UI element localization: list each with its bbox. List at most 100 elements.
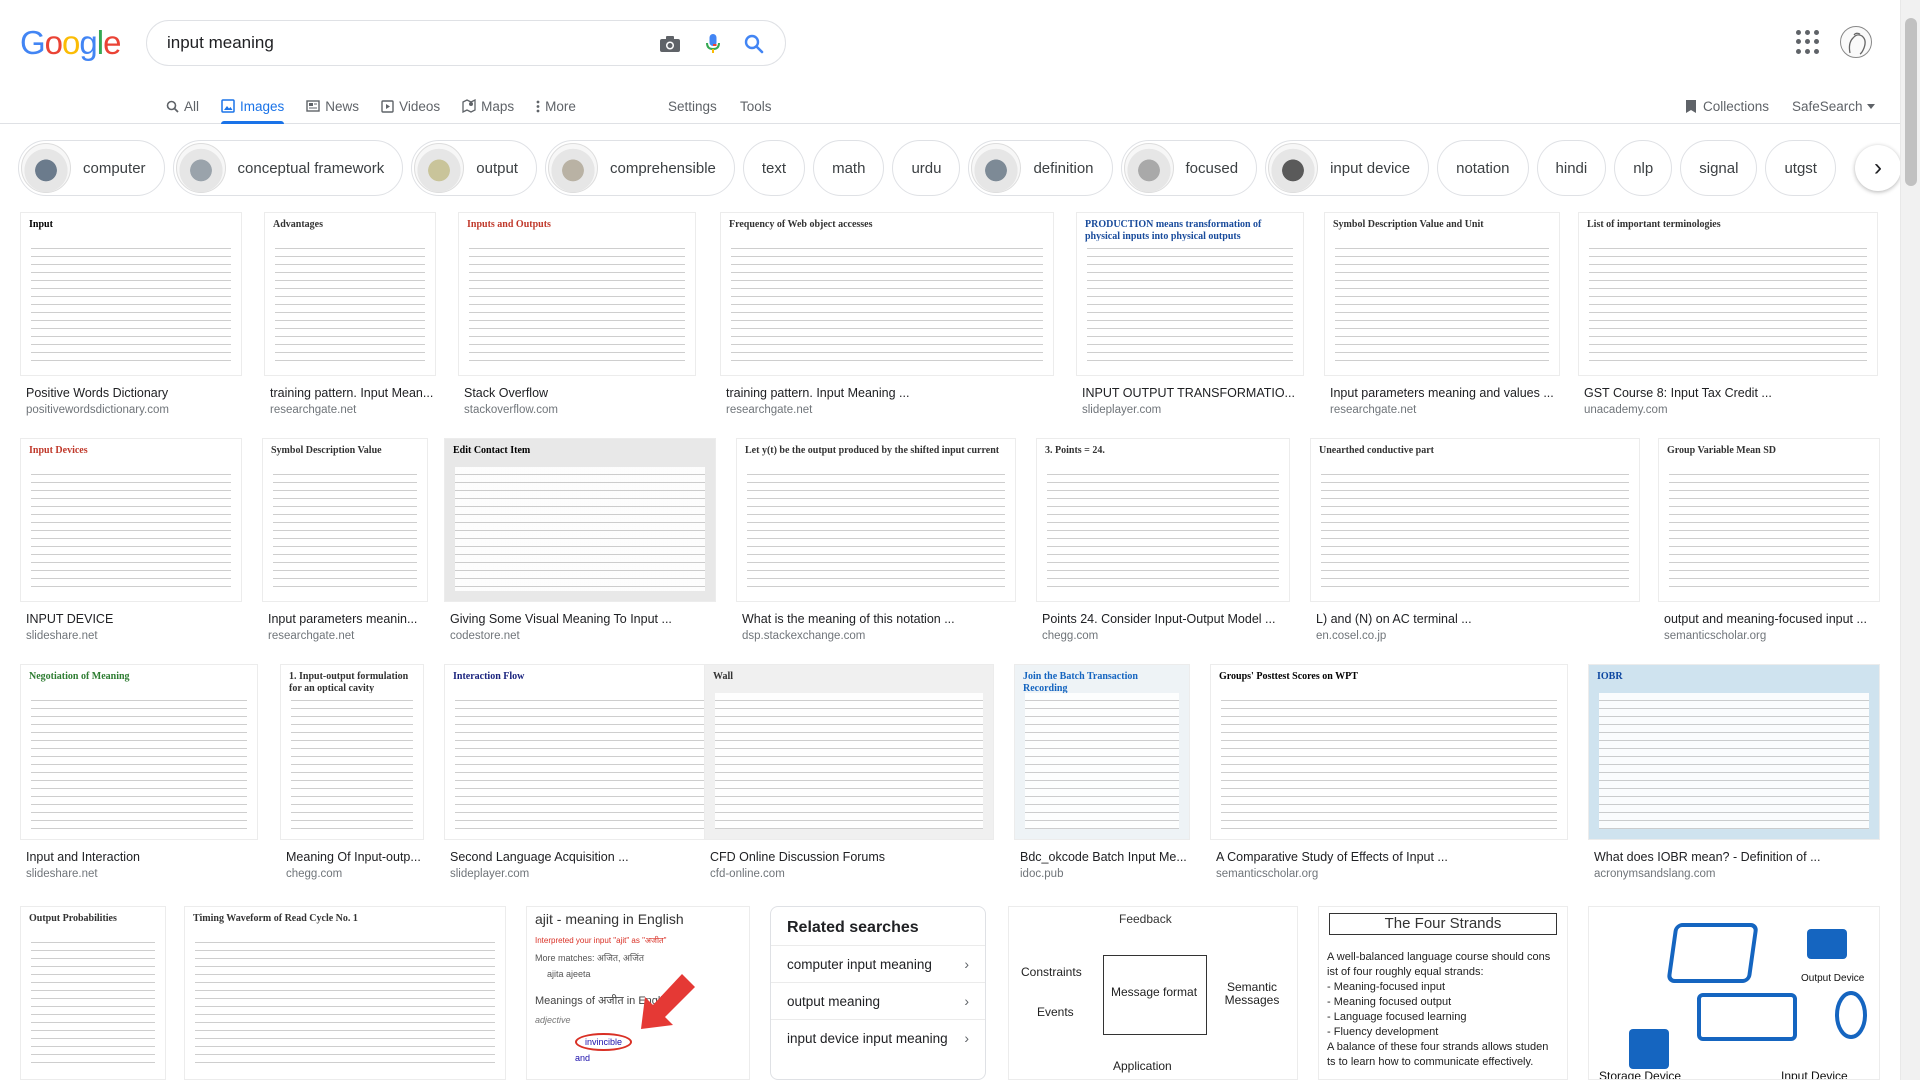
result-source[interactable]: codestore.net: [450, 630, 716, 642]
search-icon[interactable]: [741, 31, 767, 57]
image-result-card[interactable]: PRODUCTION means transformation of physi…: [1076, 212, 1304, 426]
result-thumbnail[interactable]: ajit - meaning in English Interpreted you…: [526, 906, 750, 1080]
result-title[interactable]: Bdc_okcode Batch Input Me...: [1020, 850, 1190, 864]
result-thumbnail[interactable]: Output Device Storage Device Input Device: [1588, 906, 1880, 1080]
vertical-scrollbar[interactable]: [1900, 0, 1920, 1080]
tab-videos[interactable]: Videos: [381, 88, 440, 124]
search-box[interactable]: [146, 20, 786, 66]
result-title[interactable]: Input and Interaction: [26, 850, 258, 864]
result-title[interactable]: GST Course 8: Input Tax Credit ...: [1584, 386, 1878, 400]
result-source[interactable]: unacademy.com: [1584, 404, 1878, 416]
result-title[interactable]: A Comparative Study of Effects of Input …: [1216, 850, 1568, 864]
image-result-card[interactable]: Interaction Flow Second Language Acquisit…: [444, 664, 718, 890]
image-result-card[interactable]: Join the Batch Transaction Recording Bdc_…: [1014, 664, 1190, 890]
result-title[interactable]: Input parameters meanin...: [268, 612, 428, 626]
result-source[interactable]: researchgate.net: [726, 404, 1054, 416]
result-thumbnail[interactable]: Feedback Constraints Events Message format S…: [1008, 906, 1298, 1080]
result-thumbnail[interactable]: Symbol Description Value and Unit: [1324, 212, 1560, 376]
result-thumbnail[interactable]: Inputs and Outputs: [458, 212, 696, 376]
result-thumbnail[interactable]: Join the Batch Transaction Recording: [1014, 664, 1190, 840]
result-source[interactable]: semanticscholar.org: [1664, 630, 1880, 642]
scrollbar-thumb[interactable]: [1905, 18, 1917, 186]
result-source[interactable]: slideplayer.com: [1082, 404, 1304, 416]
chip-conceptual-framework[interactable]: conceptual framework: [172, 140, 404, 196]
image-result-card[interactable]: Group Variable Mean SD output and meaning…: [1658, 438, 1880, 652]
result-source[interactable]: researchgate.net: [268, 630, 428, 642]
chip-focused[interactable]: focused: [1120, 140, 1258, 196]
result-source[interactable]: slideplayer.com: [450, 868, 718, 880]
result-source[interactable]: slideshare.net: [26, 630, 242, 642]
result-source[interactable]: researchgate.net: [1330, 404, 1560, 416]
result-thumbnail[interactable]: 1. Input-output formulation for an optic…: [280, 664, 424, 840]
image-result-card[interactable]: Frequency of Web object accesses training…: [720, 212, 1054, 426]
result-source[interactable]: acronymsandslang.com: [1594, 868, 1880, 880]
apps-icon[interactable]: [1796, 30, 1820, 54]
chip-signal[interactable]: signal: [1680, 140, 1758, 196]
related-search-item[interactable]: input device input meaning ›: [771, 1019, 985, 1056]
image-result-card[interactable]: Input Positive Words Dictionary positivewo…: [20, 212, 242, 426]
microphone-icon[interactable]: [700, 31, 726, 57]
chip-comprehensible[interactable]: comprehensible: [544, 140, 735, 196]
image-result-card[interactable]: Edit Contact Item Giving Some Visual Mean…: [444, 438, 716, 652]
result-title[interactable]: INPUT DEVICE: [26, 612, 242, 626]
result-thumbnail[interactable]: Advantages: [264, 212, 436, 376]
image-result-card[interactable]: IOBR What does IOBR mean? - Definition of…: [1588, 664, 1880, 890]
tab-images[interactable]: Images: [221, 88, 285, 124]
result-thumbnail[interactable]: Groups' Posttest Scores on WPT: [1210, 664, 1568, 840]
result-title[interactable]: Points 24. Consider Input-Output Model .…: [1042, 612, 1290, 626]
chip-notation[interactable]: notation: [1437, 140, 1529, 196]
tab-more[interactable]: More: [536, 88, 576, 124]
chip-text[interactable]: text: [742, 140, 806, 196]
result-title[interactable]: Input parameters meaning and values ...: [1330, 386, 1560, 400]
result-title[interactable]: CFD Online Discussion Forums: [710, 850, 994, 864]
result-thumbnail[interactable]: Symbol Description Value: [262, 438, 428, 602]
chip-math[interactable]: math: [813, 140, 885, 196]
image-result-card[interactable]: List of important terminologies GST Cours…: [1578, 212, 1878, 426]
result-thumbnail[interactable]: Wall: [704, 664, 994, 840]
chip-urdu[interactable]: urdu: [892, 140, 961, 196]
result-title[interactable]: L) and (N) on AC terminal ...: [1316, 612, 1640, 626]
result-title[interactable]: Second Language Acquisition ...: [450, 850, 718, 864]
image-result-card[interactable]: 1. Input-output formulation for an optic…: [280, 664, 424, 890]
image-result-card[interactable]: Advantages training pattern. Input Mean..…: [264, 212, 436, 426]
result-thumbnail[interactable]: The Four Strands A well-balanced language…: [1318, 906, 1568, 1080]
result-thumbnail[interactable]: Group Variable Mean SD: [1658, 438, 1880, 602]
image-result-card[interactable]: Input Devices INPUT DEVICE slideshare.net: [20, 438, 242, 652]
result-thumbnail[interactable]: Timing Waveform of Read Cycle No. 1: [184, 906, 506, 1080]
result-source[interactable]: dsp.stackexchange.com: [742, 630, 1016, 642]
result-thumbnail[interactable]: Negotiation of Meaning: [20, 664, 258, 840]
chip-input-device[interactable]: input device: [1265, 140, 1430, 196]
tab-settings[interactable]: Settings: [668, 88, 717, 124]
result-source[interactable]: slideshare.net: [26, 868, 258, 880]
safesearch-button[interactable]: SafeSearch: [1792, 88, 1875, 124]
result-source[interactable]: chegg.com: [1042, 630, 1290, 642]
result-thumbnail[interactable]: IOBR: [1588, 664, 1880, 840]
result-source[interactable]: idoc.pub: [1020, 868, 1190, 880]
result-source[interactable]: chegg.com: [286, 868, 424, 880]
search-input[interactable]: [167, 31, 637, 55]
image-result-card[interactable]: Groups' Posttest Scores on WPT A Comparat…: [1210, 664, 1568, 890]
result-title[interactable]: What is the meaning of this notation ...: [742, 612, 1016, 626]
image-result-card[interactable]: Let y(t) be the output produced by the s…: [736, 438, 1016, 652]
result-source[interactable]: cfd-online.com: [710, 868, 994, 880]
result-thumbnail[interactable]: Input Devices: [20, 438, 242, 602]
chip-output[interactable]: output: [411, 140, 537, 196]
image-result-card[interactable]: Inputs and Outputs Stack Overflow stackove…: [458, 212, 696, 426]
chip-hindi[interactable]: hindi: [1536, 140, 1607, 196]
result-title[interactable]: INPUT OUTPUT TRANSFORMATIO...: [1082, 386, 1304, 400]
result-thumbnail[interactable]: Output Probabilities: [20, 906, 166, 1080]
collections-button[interactable]: Collections: [1685, 88, 1769, 124]
chips-next-arrow-icon[interactable]: ›: [1855, 145, 1901, 191]
chip-utgst[interactable]: utgst: [1765, 140, 1836, 196]
result-thumbnail[interactable]: Unearthed conductive part: [1310, 438, 1640, 602]
result-source[interactable]: en.cosel.co.jp: [1316, 630, 1640, 642]
image-result-card[interactable]: Unearthed conductive part L) and (N) on A…: [1310, 438, 1640, 652]
result-source[interactable]: researchgate.net: [270, 404, 436, 416]
result-title[interactable]: Positive Words Dictionary: [26, 386, 242, 400]
result-title[interactable]: training pattern. Input Mean...: [270, 386, 436, 400]
result-thumbnail[interactable]: Edit Contact Item: [444, 438, 716, 602]
chip-nlp[interactable]: nlp: [1614, 140, 1673, 196]
result-thumbnail[interactable]: Interaction Flow: [444, 664, 718, 840]
image-result-card[interactable]: Symbol Description Value and Unit Input p…: [1324, 212, 1560, 426]
image-result-card[interactable]: Negotiation of Meaning Input and Interact…: [20, 664, 258, 890]
